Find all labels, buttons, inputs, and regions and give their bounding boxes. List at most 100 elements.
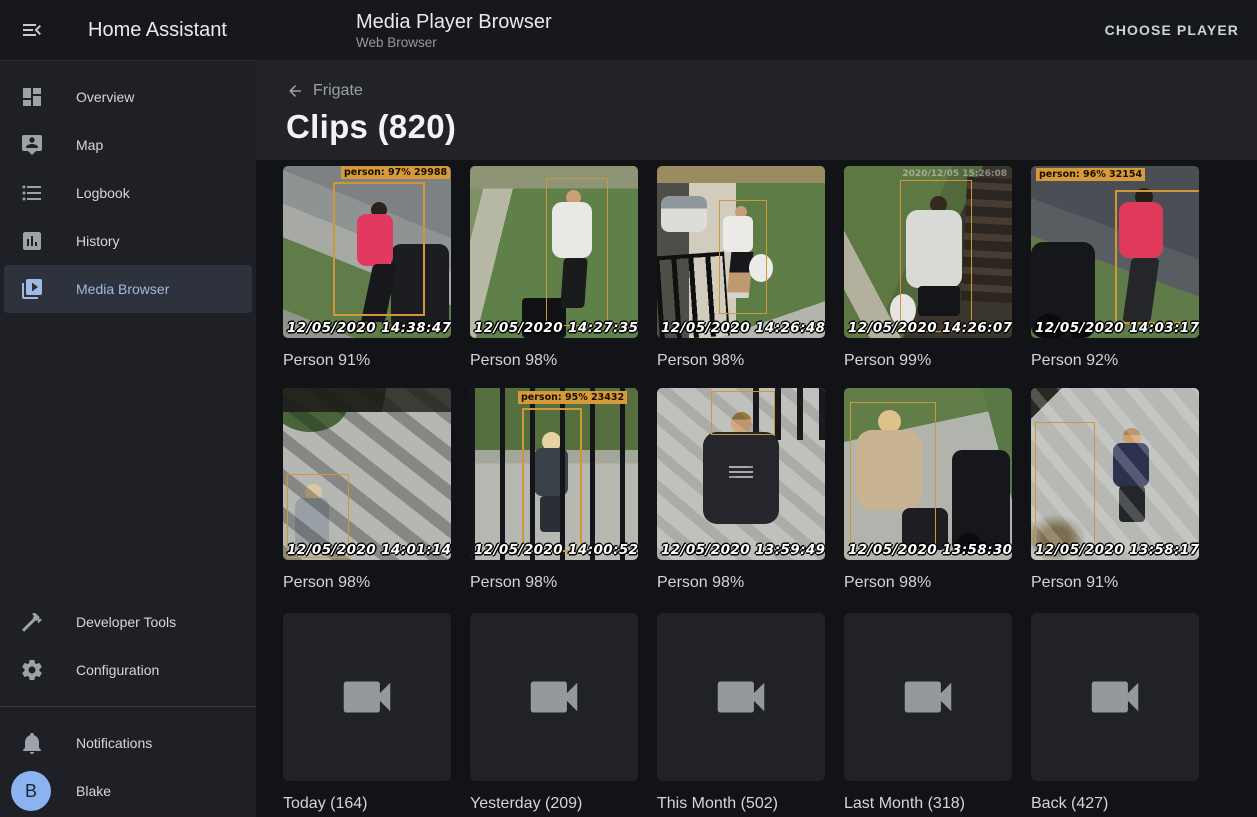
sidebar-item-overview[interactable]: Overview	[0, 73, 256, 121]
hammer-icon	[20, 610, 44, 634]
sidebar-item-label: Notifications	[76, 735, 152, 751]
panel-title: Media Player Browser	[356, 10, 552, 34]
folder-tile	[1031, 613, 1199, 781]
camera-osd: 2020/12/05 15:26:08	[902, 169, 1007, 179]
folder-tile	[657, 613, 825, 781]
sidebar-item-label: Developer Tools	[76, 614, 176, 630]
sidebar: Overview Map Logbook History Media Brows…	[0, 60, 256, 817]
sidebar-toggle-icon[interactable]	[20, 18, 44, 42]
video-camera-icon	[897, 666, 959, 728]
folder-label: Today (164)	[283, 794, 451, 813]
folder-card-this-month[interactable]: This Month (502)	[657, 613, 825, 817]
folder-label: Yesterday (209)	[470, 794, 638, 813]
clip-card[interactable]: 12/05/2020 13:58:17 Person 91%	[1031, 388, 1199, 610]
clip-timestamp: 12/05/2020 14:00:52	[474, 542, 638, 558]
sidebar-item-configuration[interactable]: Configuration	[0, 646, 256, 694]
home-assistant-title: Home Assistant	[88, 19, 227, 42]
clip-caption: Person 98%	[844, 573, 1012, 592]
sidebar-item-logbook[interactable]: Logbook	[0, 169, 256, 217]
detection-bbox	[711, 391, 775, 435]
clip-card[interactable]: 12/05/2020 14:01:14 Person 98%	[283, 388, 451, 610]
clip-timestamp: 12/05/2020 14:03:17	[1035, 320, 1199, 336]
folder-tile	[283, 613, 451, 781]
sidebar-item-user-profile[interactable]: B Blake	[0, 767, 256, 815]
clip-thumbnail: 12/05/2020 14:01:14	[283, 388, 451, 560]
sidebar-spacer	[0, 313, 256, 598]
arrow-left-icon	[286, 82, 304, 100]
video-camera-icon	[710, 666, 772, 728]
clip-timestamp: 12/05/2020 14:27:35	[474, 320, 638, 336]
sidebar-item-developer-tools[interactable]: Developer Tools	[0, 598, 256, 646]
choose-player-button[interactable]: CHOOSE PLAYER	[1105, 22, 1239, 38]
clip-card[interactable]: 2020/12/05 15:26:08 12/05/2020 14:26:07 …	[844, 166, 1012, 388]
clip-caption: Person 98%	[657, 573, 825, 592]
clip-card[interactable]: 12/05/2020 13:58:30 Person 98%	[844, 388, 1012, 610]
clip-timestamp: 12/05/2020 14:01:14	[287, 542, 451, 558]
page-title: Clips (820)	[286, 108, 1257, 146]
sidebar-item-notifications[interactable]: Notifications	[0, 719, 256, 767]
clip-caption: Person 98%	[470, 351, 638, 370]
sidebar-item-label: Configuration	[76, 662, 159, 678]
home-assistant-app: Home Assistant Media Player Browser Web …	[0, 0, 1257, 817]
list-bulleted-icon	[20, 181, 44, 205]
play-box-multiple-icon	[20, 277, 44, 301]
clip-timestamp: 12/05/2020 13:59:49	[661, 542, 825, 558]
clip-thumbnail: 12/05/2020 13:59:49	[657, 388, 825, 560]
sidebar-item-map[interactable]: Map	[0, 121, 256, 169]
bell-icon	[20, 731, 44, 755]
clip-card[interactable]: person: 96% 32154 12/05/2020 14:03:17 Pe…	[1031, 166, 1199, 388]
clip-timestamp: 12/05/2020 14:26:48	[661, 320, 825, 336]
video-camera-icon	[523, 666, 585, 728]
clip-card[interactable]: person: 97% 29988 12/05/2020 14:38:47 Pe…	[283, 166, 451, 388]
detection-label: person: 95% 23432	[518, 391, 627, 404]
detection-bbox	[1035, 422, 1095, 546]
sidebar-item-label: Map	[76, 137, 103, 153]
folder-card-today[interactable]: Today (164)	[283, 613, 451, 817]
media-browser-header: Frigate Clips (820)	[256, 60, 1257, 160]
clip-timestamp: 12/05/2020 13:58:17	[1035, 542, 1199, 558]
clip-caption: Person 92%	[1031, 351, 1199, 370]
breadcrumb[interactable]: Frigate	[286, 82, 1257, 100]
detection-bbox	[719, 200, 767, 314]
detection-bbox	[333, 182, 425, 316]
panel-subtitle: Web Browser	[356, 34, 552, 51]
folder-card-yesterday[interactable]: Yesterday (209)	[470, 613, 638, 817]
clip-thumbnail: 12/05/2020 13:58:30	[844, 388, 1012, 560]
view-dashboard-icon	[20, 85, 44, 109]
clip-card[interactable]: person: 95% 23432 12/05/2020 14:00:52 Pe…	[470, 388, 638, 610]
clip-caption: Person 99%	[844, 351, 1012, 370]
clip-caption: Person 98%	[470, 573, 638, 592]
detection-bbox	[1115, 190, 1199, 324]
clip-caption: Person 91%	[283, 351, 451, 370]
clip-caption: Person 98%	[657, 351, 825, 370]
user-name: Blake	[76, 783, 111, 799]
detection-label: person: 96% 32154	[1036, 168, 1145, 181]
clip-card[interactable]: 12/05/2020 14:26:48 Person 98%	[657, 166, 825, 388]
clip-thumbnail: 12/05/2020 14:27:35	[470, 166, 638, 338]
avatar: B	[11, 771, 51, 811]
clip-caption: Person 98%	[283, 573, 451, 592]
detection-bbox	[522, 408, 582, 552]
clip-grid-row-1: person: 97% 29988 12/05/2020 14:38:47 Pe…	[283, 166, 1257, 388]
sidebar-divider	[0, 706, 256, 707]
sidebar-item-label: Overview	[76, 89, 134, 105]
clip-thumbnail: 2020/12/05 15:26:08 12/05/2020 14:26:07	[844, 166, 1012, 338]
sidebar-item-label: Logbook	[76, 185, 130, 201]
folder-tile	[470, 613, 638, 781]
clip-card[interactable]: 12/05/2020 14:27:35 Person 98%	[470, 166, 638, 388]
detection-bbox	[900, 180, 972, 332]
clip-thumbnail: 12/05/2020 13:58:17	[1031, 388, 1199, 560]
folder-card-back[interactable]: Back (427)	[1031, 613, 1199, 817]
sidebar-item-label: Media Browser	[76, 281, 169, 297]
sidebar-item-label: History	[76, 233, 120, 249]
clip-caption: Person 91%	[1031, 573, 1199, 592]
folder-card-last-month[interactable]: Last Month (318)	[844, 613, 1012, 817]
detection-bbox	[546, 178, 608, 326]
sidebar-item-history[interactable]: History	[0, 217, 256, 265]
folder-label: Last Month (318)	[844, 794, 1012, 813]
sidebar-item-media-browser[interactable]: Media Browser	[4, 265, 252, 313]
sidebar-nav: Overview Map Logbook History Media Brows…	[0, 61, 256, 313]
detection-bbox	[850, 402, 936, 550]
clip-card[interactable]: 12/05/2020 13:59:49 Person 98%	[657, 388, 825, 610]
clip-timestamp: 12/05/2020 14:38:47	[287, 320, 451, 336]
